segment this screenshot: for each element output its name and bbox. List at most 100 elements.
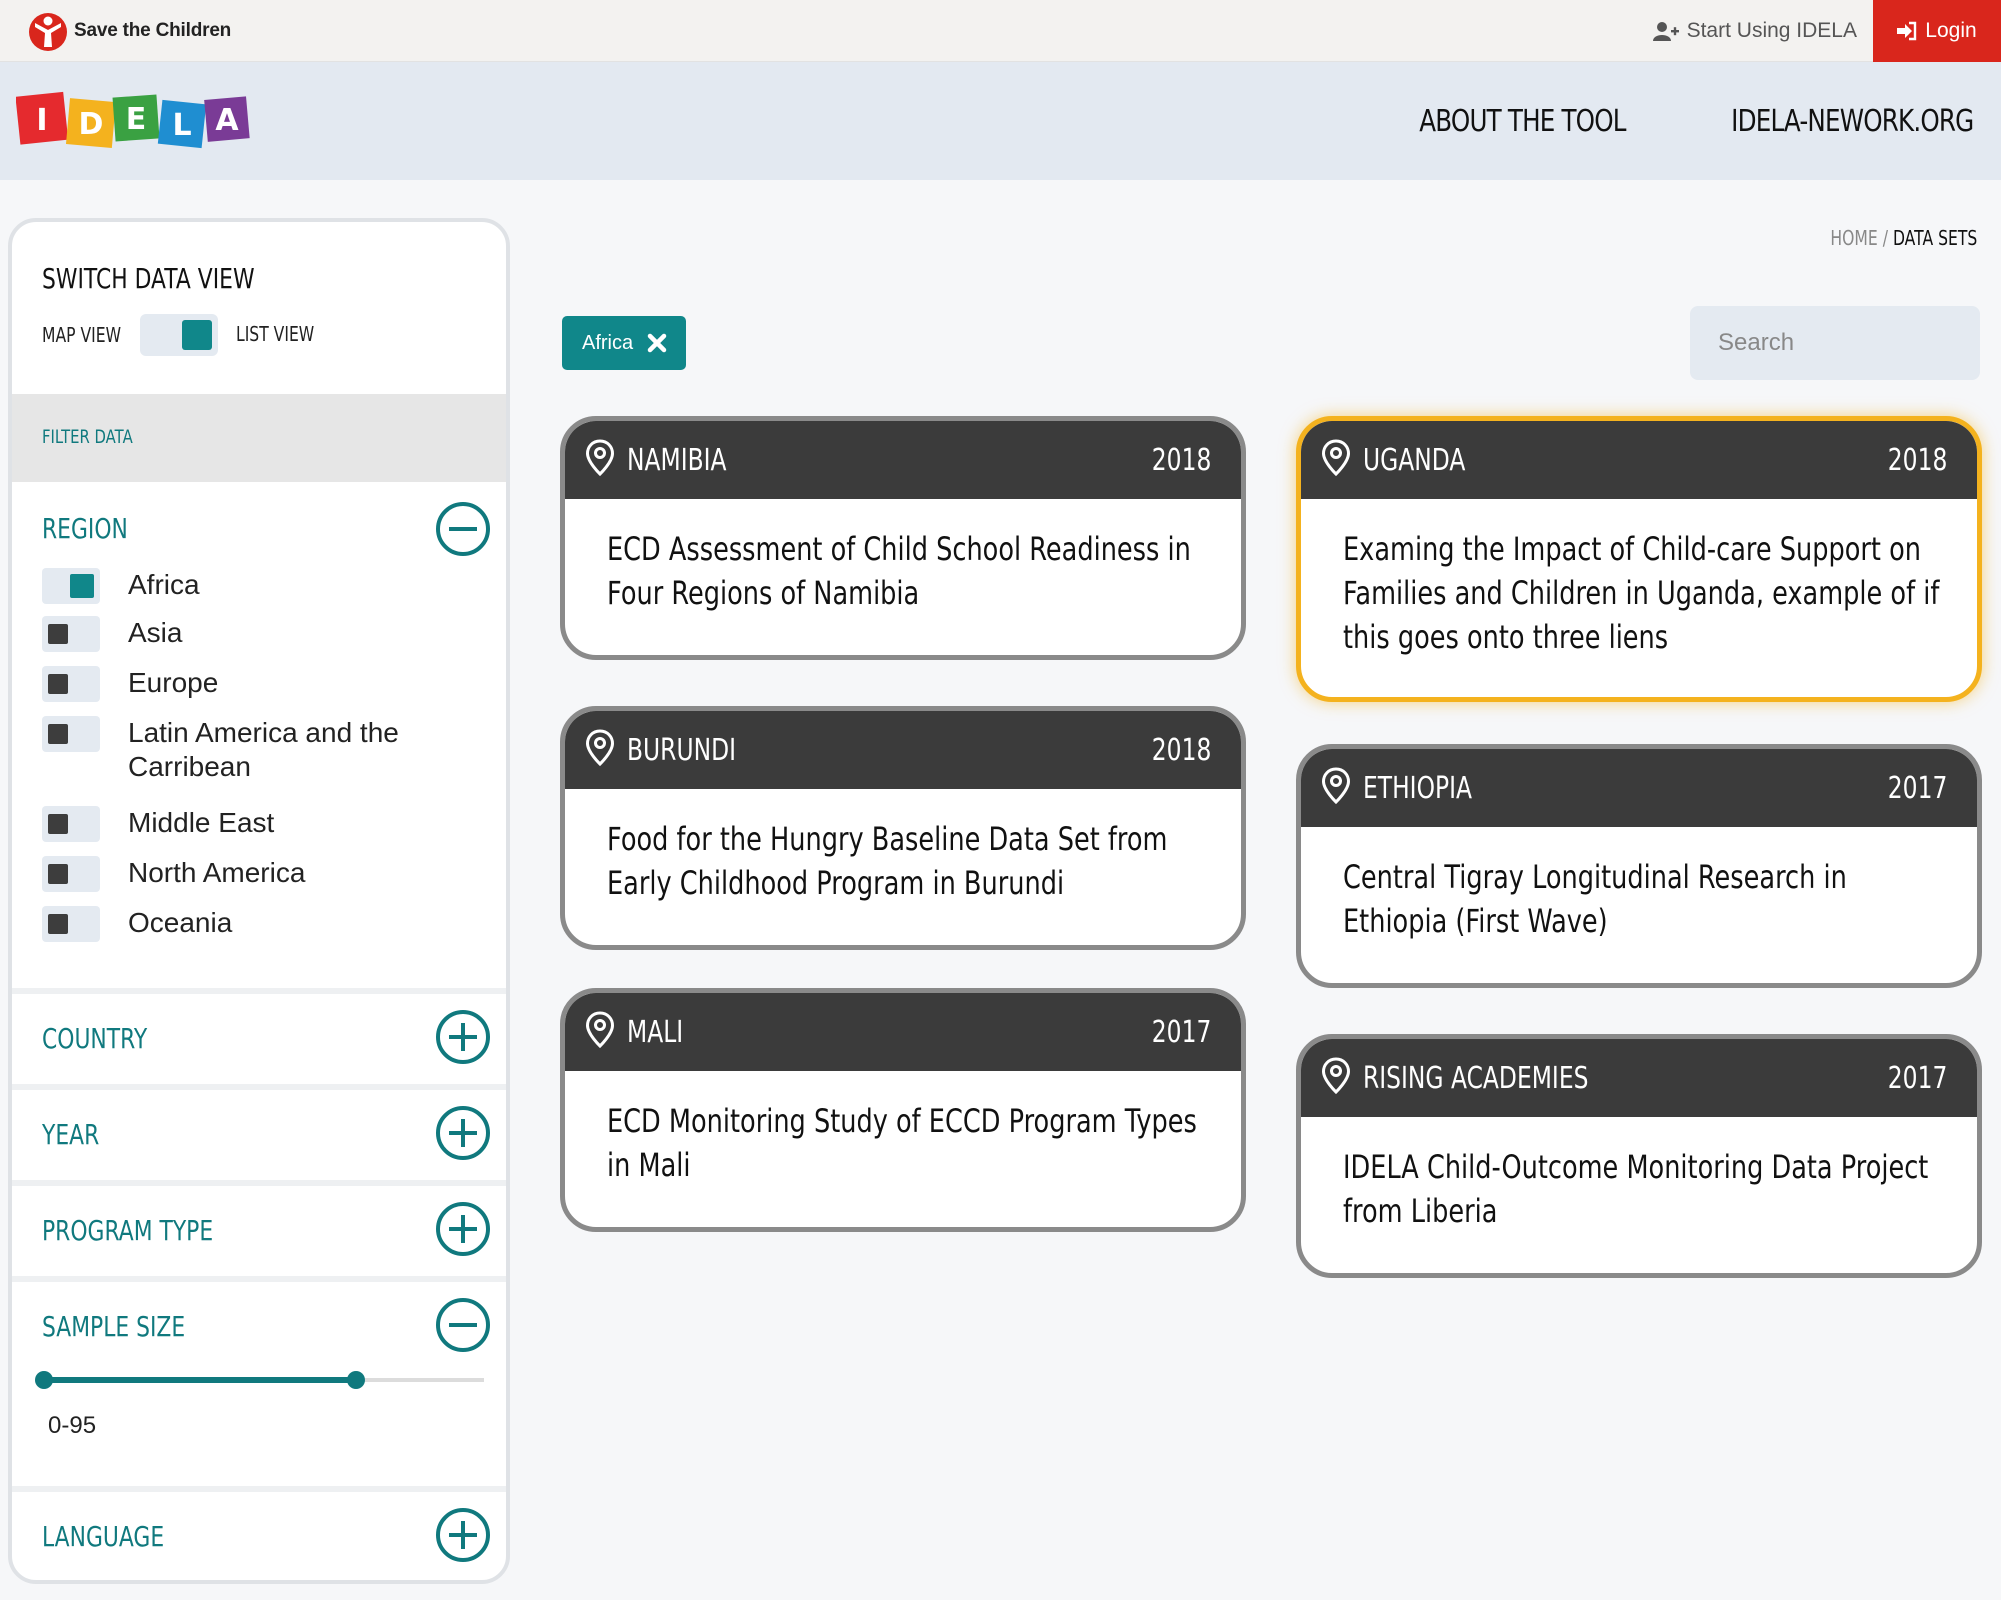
card-country: UGANDA xyxy=(1363,443,1466,478)
card-country: BURUNDI xyxy=(627,733,736,768)
region-title: REGION xyxy=(42,512,128,545)
breadcrumb: HOME / DATA SETS xyxy=(1789,226,1977,251)
region-checkbox[interactable] xyxy=(42,856,100,892)
start-using-idela-label: Start Using IDELA xyxy=(1686,19,1857,42)
map-pin-icon xyxy=(585,439,615,477)
top-bar: Save the Children Start Using IDELA Logi… xyxy=(0,0,2001,62)
region-item-latin-america[interactable]: Latin America and the Carribean xyxy=(42,716,428,784)
card-title[interactable]: IDELA Child-Outcome Monitoring Data Proj… xyxy=(1343,1145,1943,1233)
card-title[interactable]: Examing the Impact of Child-care Support… xyxy=(1343,527,1943,659)
region-checkbox[interactable] xyxy=(42,568,100,604)
expand-year-icon[interactable] xyxy=(436,1106,490,1160)
region-checkbox[interactable] xyxy=(42,806,100,842)
card-title[interactable]: ECD Monitoring Study of ECCD Program Typ… xyxy=(607,1099,1207,1187)
sample-size-title: SAMPLE SIZE xyxy=(42,1310,186,1343)
card-header: MALI 2017 xyxy=(565,993,1241,1071)
idela-logo-blocks: I D E L A xyxy=(15,91,250,149)
filter-data-label: FILTER DATA xyxy=(42,426,133,448)
expand-program-type-icon[interactable] xyxy=(436,1202,490,1256)
region-item-oceania[interactable]: Oceania xyxy=(42,906,428,942)
slider-handle-low[interactable] xyxy=(35,1371,53,1389)
expand-language-icon[interactable] xyxy=(436,1508,490,1562)
card-title[interactable]: Food for the Hungry Baseline Data Set fr… xyxy=(607,817,1207,905)
region-label: Latin America and the Carribean xyxy=(128,717,399,782)
dataset-card-mali[interactable]: MALI 2017 ECD Monitoring Study of ECCD P… xyxy=(560,988,1246,1232)
card-header: BURUNDI 2018 xyxy=(565,711,1241,789)
collapse-sample-size-icon[interactable] xyxy=(436,1298,490,1352)
slider-handle-high[interactable] xyxy=(347,1371,366,1389)
map-pin-icon xyxy=(585,729,615,767)
logo-letter-l: L xyxy=(172,108,191,143)
dataset-card-burundi[interactable]: BURUNDI 2018 Food for the Hungry Baselin… xyxy=(560,706,1246,950)
region-label: Asia xyxy=(128,617,183,648)
expand-country-icon[interactable] xyxy=(436,1010,490,1064)
login-label: Login xyxy=(1925,19,1977,42)
card-title[interactable]: ECD Assessment of Child School Readiness… xyxy=(607,527,1207,615)
language-section[interactable]: LANGUAGE xyxy=(12,1486,506,1580)
region-item-north-america[interactable]: North America xyxy=(42,856,428,892)
country-title: COUNTRY xyxy=(42,1022,148,1055)
slider-fill xyxy=(44,1377,357,1383)
region-checkbox[interactable] xyxy=(42,716,100,752)
region-section: REGION Africa Asia Europe Latin America … xyxy=(12,482,506,988)
program-type-section[interactable]: PROGRAM TYPE xyxy=(12,1180,506,1276)
nav-about-the-tool[interactable]: ABOUT THE TOOL xyxy=(1419,104,1626,139)
save-the-children-emblem-icon xyxy=(29,13,67,51)
breadcrumb-separator: / xyxy=(1882,226,1888,250)
active-filter-label: Africa xyxy=(582,331,634,354)
save-the-children-logo[interactable]: Save the Children xyxy=(28,8,231,54)
region-label: Africa xyxy=(128,569,200,600)
remove-filter-icon[interactable] xyxy=(647,333,667,353)
active-filter-chip[interactable]: Africa xyxy=(562,316,686,370)
idela-logo[interactable]: I D E L A xyxy=(15,84,252,159)
region-label: Europe xyxy=(128,667,219,698)
dataset-card-ethiopia[interactable]: ETHIOPIA 2017 Central Tigray Longitudina… xyxy=(1296,744,1982,988)
org-name: Save the Children xyxy=(74,20,232,41)
breadcrumb-home[interactable]: HOME xyxy=(1830,226,1877,250)
filter-data-band: FILTER DATA xyxy=(12,394,506,482)
switch-data-view-title: SWITCH DATA VIEW xyxy=(42,262,255,295)
region-checkbox[interactable] xyxy=(42,616,100,652)
country-section[interactable]: COUNTRY xyxy=(12,988,506,1084)
list-view-label: LIST VIEW xyxy=(236,322,315,346)
login-button[interactable]: Login xyxy=(1873,0,2001,62)
card-country: RISING ACADEMIES xyxy=(1363,1061,1589,1096)
map-view-label: MAP VIEW xyxy=(42,323,122,347)
card-year: 2017 xyxy=(1887,771,1947,806)
region-item-middle-east[interactable]: Middle East xyxy=(42,806,428,842)
start-using-idela-link[interactable]: Start Using IDELA xyxy=(1652,0,1857,62)
card-year: 2017 xyxy=(1887,1061,1947,1096)
logo-letter-e: E xyxy=(126,102,147,137)
dataset-card-rising-academies[interactable]: RISING ACADEMIES 2017 IDELA Child-Outcom… xyxy=(1296,1034,1982,1278)
region-label: North America xyxy=(128,857,306,888)
dataset-card-namibia[interactable]: NAMIBIA 2018 ECD Assessment of Child Sch… xyxy=(560,416,1246,660)
card-header: NAMIBIA 2018 xyxy=(565,421,1241,499)
language-title: LANGUAGE xyxy=(42,1520,165,1553)
region-item-asia[interactable]: Asia xyxy=(42,616,428,652)
collapse-region-icon[interactable] xyxy=(436,502,490,556)
region-checkbox[interactable] xyxy=(42,666,100,702)
card-header: RISING ACADEMIES 2017 xyxy=(1301,1039,1977,1117)
card-year: 2017 xyxy=(1151,1015,1211,1050)
year-section[interactable]: YEAR xyxy=(12,1084,506,1180)
main-nav: ABOUT THE TOOL IDELA-NEWORK.ORG xyxy=(1374,62,1974,180)
card-country: MALI xyxy=(627,1015,684,1050)
view-toggle-knob xyxy=(182,320,212,350)
sample-size-slider[interactable] xyxy=(35,1370,484,1390)
filter-sidebar: SWITCH DATA VIEW MAP VIEW LIST VIEW FILT… xyxy=(8,218,510,1584)
dataset-card-uganda[interactable]: UGANDA 2018 Examing the Impact of Child-… xyxy=(1296,416,1982,702)
search-input[interactable] xyxy=(1690,306,1980,380)
sample-size-range-text: 0-95 xyxy=(48,1412,97,1439)
view-toggle[interactable] xyxy=(140,314,218,356)
region-item-europe[interactable]: Europe xyxy=(42,666,428,702)
year-title: YEAR xyxy=(42,1118,100,1151)
card-title[interactable]: Central Tigray Longitudinal Research in … xyxy=(1343,855,1943,943)
region-checkbox[interactable] xyxy=(42,906,100,942)
nav-idela-network[interactable]: IDELA-NEWORK.ORG xyxy=(1731,104,1974,139)
map-pin-icon xyxy=(1321,439,1351,477)
logo-letter-i: I xyxy=(36,103,47,138)
region-item-africa[interactable]: Africa xyxy=(42,568,428,604)
breadcrumb-current: DATA SETS xyxy=(1892,226,1977,250)
logo-letter-d: D xyxy=(79,107,104,142)
program-type-title: PROGRAM TYPE xyxy=(42,1214,214,1247)
